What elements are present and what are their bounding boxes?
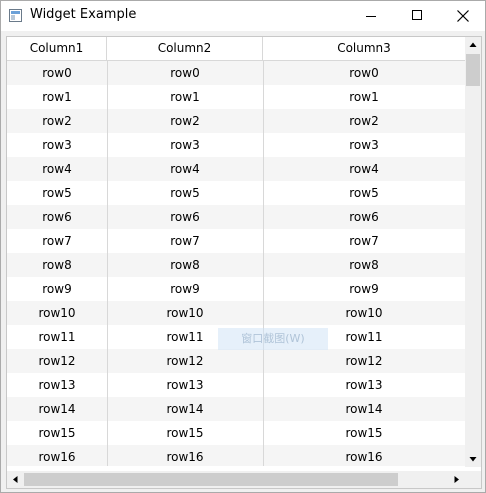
table-cell-column1[interactable]: row15 (7, 421, 107, 445)
column-divider (263, 61, 264, 466)
scroll-up-button[interactable] (465, 37, 481, 53)
arrow-left-icon (13, 476, 18, 483)
maximize-button[interactable] (394, 1, 440, 31)
arrow-right-icon (454, 476, 459, 483)
table-row[interactable]: row12 row12 row12 (7, 349, 465, 373)
table-cell-column3[interactable]: row13 (263, 373, 465, 397)
table-cell-column3[interactable]: row15 (263, 421, 465, 445)
table-row[interactable]: row10 row10 row10 (7, 301, 465, 325)
table-cell-column3[interactable]: row14 (263, 397, 465, 421)
table-cell-column2[interactable]: row5 (107, 181, 263, 205)
table-cell-column1[interactable]: row9 (7, 277, 107, 301)
table-view[interactable]: Column1 Column2 Column3 row16 row16 row16 r… (6, 36, 482, 489)
table-cell-column1[interactable]: row6 (7, 205, 107, 229)
table-cell-column3[interactable]: row9 (263, 277, 465, 301)
table-row[interactable]: row0 row0 row0 (7, 61, 465, 85)
table-cell-column2[interactable]: row2 (107, 109, 263, 133)
table-row[interactable]: row15 row15 row15 (7, 421, 465, 445)
table-cell-column1[interactable]: row7 (7, 229, 107, 253)
table-row[interactable]: row2 row2 row2 (7, 109, 465, 133)
vertical-scroll-thumb[interactable] (466, 54, 480, 86)
table-cell-column1[interactable]: row8 (7, 253, 107, 277)
table-row[interactable]: row3 row3 row3 (7, 133, 465, 157)
table-cell-column3[interactable]: row4 (263, 157, 465, 181)
column-divider (107, 61, 108, 466)
table-cell-column3[interactable]: row0 (263, 61, 465, 85)
arrow-down-icon (469, 457, 477, 462)
table-cell-column3[interactable]: row7 (263, 229, 465, 253)
table-cell-column2[interactable]: row1 (107, 85, 263, 109)
table-cell-column2[interactable]: row15 (107, 421, 263, 445)
table-cell-column3[interactable]: row3 (263, 133, 465, 157)
table-cell-column2[interactable]: row6 (107, 205, 263, 229)
table-cell-column2[interactable]: row8 (107, 253, 263, 277)
table-cell-column3[interactable]: row16 (263, 445, 465, 466)
table-cell-column3[interactable]: row1 (263, 85, 465, 109)
table-cell-column2[interactable]: row7 (107, 229, 263, 253)
table-cell-column2[interactable]: row16 (107, 445, 263, 466)
scrollbar-corner (465, 471, 481, 488)
table-cell-column1[interactable]: row10 (7, 301, 107, 325)
table-cell-column1[interactable]: row1 (7, 85, 107, 109)
column-header-1[interactable]: Column1 (7, 37, 107, 60)
table-cell-column3[interactable]: row6 (263, 205, 465, 229)
table-cell-column3[interactable]: row2 (263, 109, 465, 133)
table-cell-column1[interactable]: row13 (7, 373, 107, 397)
table-row[interactable]: row7 row7 row7 (7, 229, 465, 253)
horizontal-scroll-thumb[interactable] (24, 473, 398, 486)
horizontal-scrollbar[interactable] (7, 471, 465, 488)
close-icon (457, 10, 469, 22)
close-button[interactable] (440, 1, 485, 31)
table-cell-column3[interactable]: row12 (263, 349, 465, 373)
table-cell-column1[interactable]: row16 (7, 445, 107, 466)
table-cell-column1[interactable]: row3 (7, 133, 107, 157)
table-header: Column1 Column2 Column3 (7, 37, 465, 61)
table-cell-column1[interactable]: row14 (7, 397, 107, 421)
table-cell-column1[interactable]: row4 (7, 157, 107, 181)
table-row[interactable]: row9 row9 row9 (7, 277, 465, 301)
table-cell-column1[interactable]: row12 (7, 349, 107, 373)
vertical-scrollbar[interactable] (465, 37, 481, 467)
table-cell-column2[interactable]: row10 (107, 301, 263, 325)
table-cell-column2[interactable]: row0 (107, 61, 263, 85)
scroll-down-button[interactable] (465, 451, 481, 467)
table-cell-column1[interactable]: row11 (7, 325, 107, 349)
table-cell-column1[interactable]: row2 (7, 109, 107, 133)
table-row[interactable]: row4 row4 row4 (7, 157, 465, 181)
title-bar[interactable]: Widget Example (1, 1, 485, 31)
table-cell-column2[interactable]: row14 (107, 397, 263, 421)
table-row[interactable]: row13 row13 row13 (7, 373, 465, 397)
table-cell-column2[interactable]: row12 (107, 349, 263, 373)
table-row[interactable]: row16 row16 row16 (7, 445, 465, 466)
table-row[interactable]: row8 row8 row8 (7, 253, 465, 277)
arrow-up-icon (469, 42, 477, 47)
scroll-right-button[interactable] (448, 471, 465, 488)
window-title: Widget Example (30, 7, 137, 22)
table-cell-column2[interactable]: row4 (107, 157, 263, 181)
table-cell-column3[interactable]: row10 (263, 301, 465, 325)
table-cell-column2[interactable]: row9 (107, 277, 263, 301)
table-cell-column1[interactable]: row5 (7, 181, 107, 205)
table-row[interactable]: row5 row5 row5 (7, 181, 465, 205)
table-body: row16 row16 row16 row15 row15 row15 row14 row14… (7, 61, 465, 466)
table-cell-column3[interactable]: row8 (263, 253, 465, 277)
table-row[interactable]: row1 row1 row1 (7, 85, 465, 109)
table-row[interactable]: row6 row6 row6 (7, 205, 465, 229)
table-row[interactable]: row14 row14 row14 (7, 397, 465, 421)
main-window: Widget Example Column1 Column2 Column3 r… (0, 0, 486, 493)
scroll-left-button[interactable] (7, 471, 24, 488)
table-cell-column1[interactable]: row0 (7, 61, 107, 85)
column-header-2[interactable]: Column2 (107, 37, 263, 60)
screenshot-tooltip-overlay: 窗口截图(W) (218, 328, 328, 350)
table-cell-column2[interactable]: row3 (107, 133, 263, 157)
minimize-button[interactable] (348, 1, 394, 31)
table-cell-column3[interactable]: row5 (263, 181, 465, 205)
table-cell-column2[interactable]: row13 (107, 373, 263, 397)
window-app-icon (9, 9, 22, 22)
column-header-3[interactable]: Column3 (263, 37, 465, 60)
